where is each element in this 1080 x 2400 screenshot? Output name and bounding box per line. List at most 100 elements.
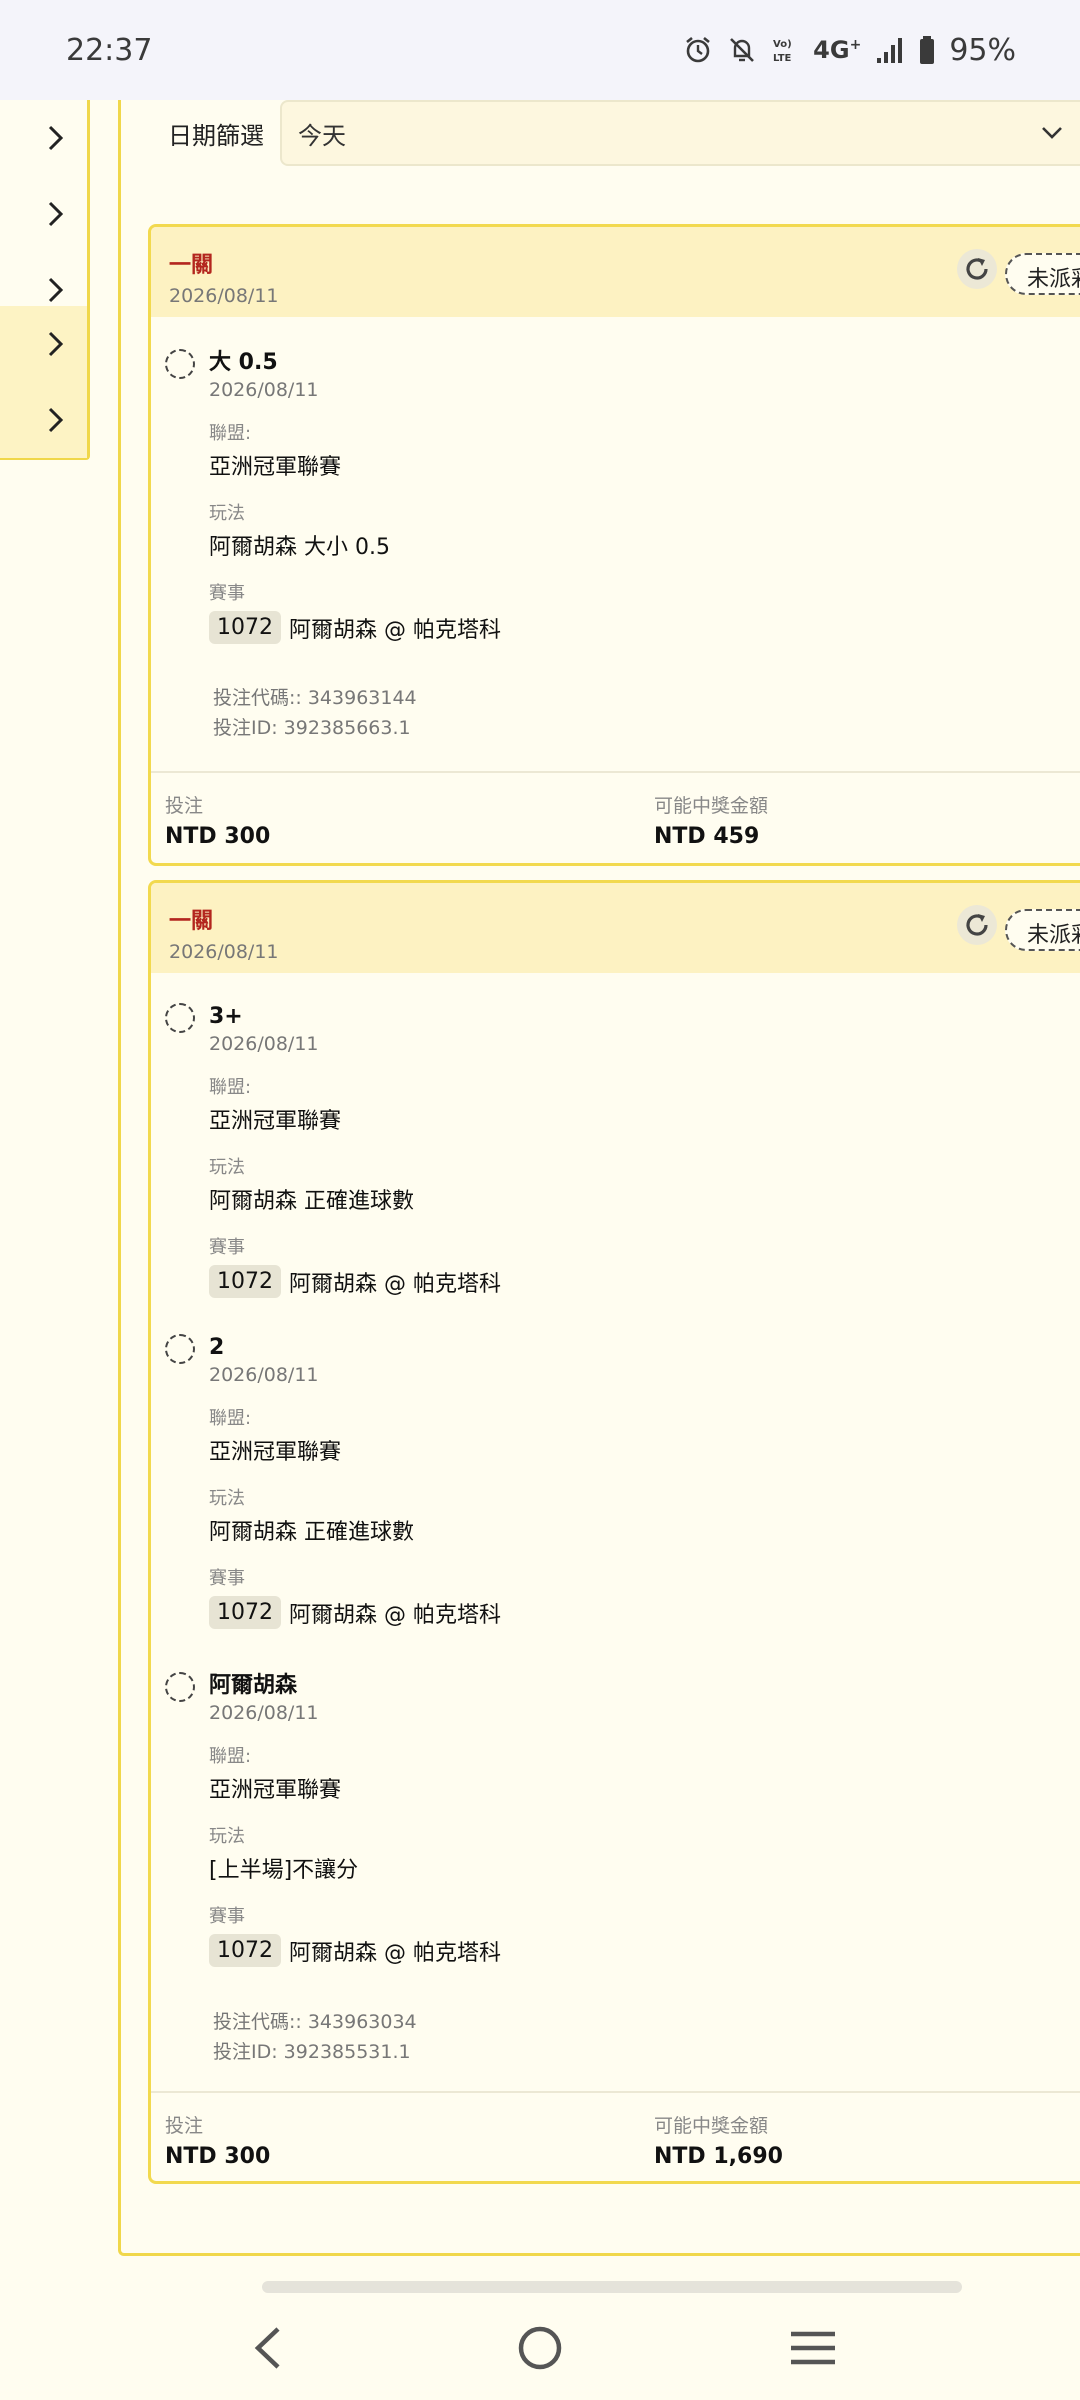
status-bar: 22:37 Vo) LTE 4G+ 95% [0,0,1080,100]
menu-icon [791,2331,836,2365]
side-menu-item[interactable] [0,176,87,252]
date-filter-label: 日期篩選 [168,121,264,150]
payout-value: NTD 459 [654,824,760,849]
league-label: 聯盟: [209,1408,252,1429]
leg-status-icon [165,1003,195,1033]
league-value: 亞洲冠軍聯賽 [209,1440,342,1465]
navigation-bar [0,2296,1080,2400]
market-label: 玩法 [209,503,245,524]
horizontal-scrollbar[interactable] [262,2281,962,2293]
refresh-button[interactable] [957,249,997,289]
volte-icon: Vo) LTE [771,35,799,65]
bet-type: 一關 [169,909,214,934]
bet-code: 投注代碼:: 343963144 [213,687,417,709]
league-value: 亞洲冠軍聯賽 [209,455,342,480]
leg-status-icon [165,349,195,379]
date-filter: 日期篩選 今天 [168,100,1080,166]
status-time: 22:37 [66,32,153,68]
event-label: 賽事 [209,1568,245,1589]
bet-type: 一關 [169,253,214,278]
side-menu-item-active[interactable] [0,306,87,382]
league-label: 聯盟: [209,1746,252,1767]
chevron-down-icon [1042,127,1062,139]
bet-code: 投注代碼:: 343963034 [213,2011,417,2033]
event-name: 阿爾胡森 @ 帕克塔科 [289,617,501,643]
event-id-badge: 1072 [209,1596,281,1629]
network-4g-icon: 4G+ [813,36,862,64]
market-value: [上半場]不讓分 [209,1858,359,1883]
event-name: 阿爾胡森 @ 帕克塔科 [289,1602,501,1628]
svg-text:Vo): Vo) [773,39,792,50]
bet-id: 投注ID: 392385531.1 [213,2041,411,2063]
event-id-badge: 1072 [209,611,281,644]
leg-selection: 3+ [209,1004,243,1029]
home-icon [518,2326,562,2370]
refresh-icon [966,258,988,280]
bet-date: 2026/08/11 [169,285,279,307]
leg-date: 2026/08/11 [209,379,319,401]
payout-label: 可能中獎金額 [654,795,769,817]
bet-card: 一關 2026/08/11 未派彩 大 0.5 2026/08/11 聯盟: 亞… [148,224,1080,866]
event-label: 賽事 [209,1237,245,1258]
market-value: 阿爾胡森 正確進球數 [209,1520,414,1545]
bet-id: 投注ID: 392385663.1 [213,717,411,739]
leg-selection: 阿爾胡森 [209,1673,298,1698]
league-value: 亞洲冠軍聯賽 [209,1778,342,1803]
date-filter-select[interactable]: 今天 [280,100,1080,166]
league-value: 亞洲冠軍聯賽 [209,1109,342,1134]
bet-card-header: 一關 2026/08/11 未派彩 [151,227,1080,317]
event-label: 賽事 [209,583,245,604]
signal-icon [875,36,905,64]
refresh-button[interactable] [957,905,997,945]
stake-label: 投注 [165,2115,204,2137]
chevron-right-icon [48,331,64,357]
leg-date: 2026/08/11 [209,1364,319,1386]
league-label: 聯盟: [209,1077,252,1098]
chevron-right-icon [48,277,64,303]
event-id-badge: 1072 [209,1265,281,1298]
event-label: 賽事 [209,1906,245,1927]
bet-card: 一關 2026/08/11 未派彩 3+ 2026/08/11 聯盟: 亞洲冠軍… [148,880,1080,2184]
status-badge: 未派彩 [1005,253,1080,295]
market-label: 玩法 [209,1157,245,1178]
payout-value: NTD 1,690 [654,2144,783,2169]
battery-percent: 95% [949,32,1016,68]
recent-apps-button[interactable] [773,2308,853,2388]
back-button[interactable] [227,2308,307,2388]
refresh-icon [966,914,988,936]
leg-status-icon [165,1672,195,1702]
status-icons: Vo) LTE 4G+ 95% [683,33,1016,68]
payout-label: 可能中獎金額 [654,2115,769,2137]
market-value: 阿爾胡森 正確進球數 [209,1189,414,1214]
stake-value: NTD 300 [165,2144,271,2169]
date-filter-value: 今天 [298,121,346,150]
event-name: 阿爾胡森 @ 帕克塔科 [289,1271,501,1297]
chevron-right-icon [48,125,64,151]
chevron-right-icon [48,201,64,227]
leg-selection: 2 [209,1335,225,1360]
status-badge: 未派彩 [1005,909,1080,951]
bet-codes: 投注代碼:: 343963034 投注ID: 392385531.1 [213,2007,417,2067]
network-label: 4G [813,36,850,64]
bet-date: 2026/08/11 [169,941,279,963]
event-name: 阿爾胡森 @ 帕克塔科 [289,1940,501,1966]
side-menu-item[interactable] [0,100,87,176]
leg-status-icon [165,1334,195,1364]
home-button[interactable] [500,2308,580,2388]
bet-card-footer: 投注 NTD 300 可能中獎金額 NTD 459 [151,771,1080,863]
market-value: 阿爾胡森 大小 0.5 [209,535,390,560]
stake-label: 投注 [165,795,204,817]
alarm-icon [683,35,713,65]
mute-notifications-icon [727,35,757,65]
svg-text:LTE: LTE [773,53,792,64]
back-icon [254,2327,280,2369]
side-menu-item-active[interactable] [0,382,87,458]
leg-selection: 大 0.5 [209,350,278,375]
side-menu-panel [0,100,90,460]
stake-value: NTD 300 [165,824,271,849]
market-label: 玩法 [209,1826,245,1847]
chevron-right-icon [48,407,64,433]
event-id-badge: 1072 [209,1934,281,1967]
bet-codes: 投注代碼:: 343963144 投注ID: 392385663.1 [213,683,417,743]
battery-icon [919,35,935,65]
